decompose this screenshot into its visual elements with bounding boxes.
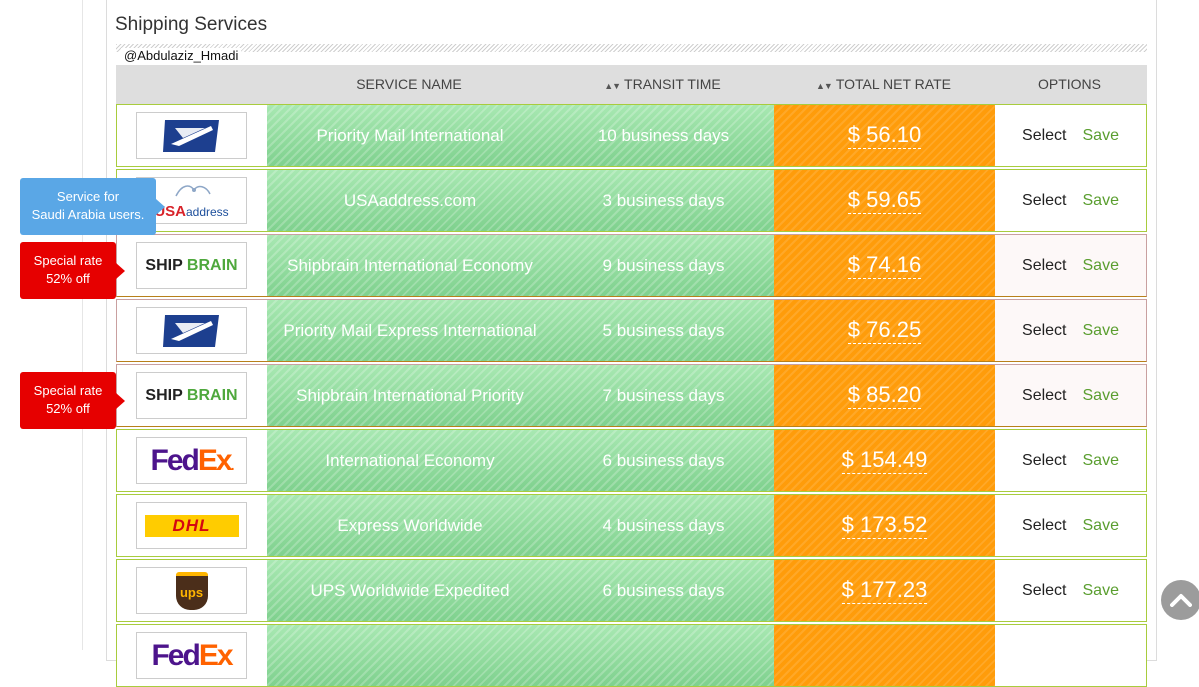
transit-time: 3 business days [602,190,725,210]
save-button[interactable]: Save [1083,517,1119,535]
header-transit-time[interactable]: ▲▼ TRANSIT TIME [552,65,773,104]
fedex-logo: FedEx. [136,437,247,484]
shipbrain-logo: SHIP BRAIN [136,242,247,289]
title-divider [116,44,1147,52]
select-button[interactable]: Select [1022,257,1066,275]
shipping-services-panel: Shipping Services @Abdulaziz_Hmadi SERVI… [106,0,1157,687]
service-name: Priority Mail International [316,126,504,145]
save-button[interactable]: Save [1083,127,1119,145]
service-name: UPS Worldwide Expedited [310,581,510,600]
total-net-rate: $ 74.16 [847,252,922,279]
special-rate-badge: Special rate 52% off [20,242,125,299]
save-button[interactable]: Save [1083,322,1119,340]
service-name: Shipbrain International Economy [287,256,533,275]
table-row: FedEx. International Economy 6 business d… [116,429,1147,492]
transit-time [553,625,774,686]
header-options: OPTIONS [1037,76,1101,92]
transit-time: 4 business days [602,515,725,535]
service-name: International Economy [325,451,495,470]
save-button[interactable]: Save [1083,257,1119,275]
service-name [267,625,553,686]
shipbrain-logo: SHIP BRAIN [136,372,247,419]
table-row: ups UPS Worldwide Expedited 6 business da… [116,559,1147,622]
service-name: USAaddress.com [343,191,477,210]
total-net-rate: $ 59.65 [847,187,922,214]
select-button[interactable]: Select [1022,387,1066,405]
service-name: Priority Mail Express International [283,321,537,340]
table-header: SERVICE NAME ▲▼ TRANSIT TIME ▲▼ TOTAL NET … [116,65,1147,104]
select-button[interactable]: Select [1022,127,1066,145]
service-name: Shipbrain International Priority [296,386,524,405]
watermark: @Abdulaziz_Hmadi [121,48,242,63]
scroll-to-top-button[interactable] [1161,580,1199,620]
left-rule [82,0,83,650]
save-button[interactable]: Save [1083,387,1119,405]
select-button[interactable]: Select [1022,322,1066,340]
total-net-rate: $ 85.20 [847,382,922,409]
usps-logo [136,307,247,354]
table-row: Priority Mail Express International 5 bus… [116,299,1147,362]
transit-time: 5 business days [602,320,725,340]
sort-arrows-icon[interactable]: ▲▼ [816,81,833,91]
panel-title: Shipping Services [115,14,268,35]
fedex-logo: FedEx [136,632,247,679]
select-button[interactable]: Select [1022,192,1066,210]
table-row: USAaddress USAaddress.com 3 business days… [116,169,1147,232]
transit-time: 9 business days [602,255,725,275]
dhl-logo: DHL [136,502,247,549]
table-row: SHIP BRAIN Shipbrain International Econo… [116,234,1147,297]
total-net-rate: $ 177.23 [841,577,928,604]
total-net-rate: $ 76.25 [847,317,922,344]
table-row: Priority Mail International 10 business d… [116,104,1147,167]
table-row: FedEx [116,624,1147,687]
transit-time: 7 business days [602,385,725,405]
save-button[interactable]: Save [1083,582,1119,600]
service-name: Express Worldwide [337,516,483,535]
saudi-users-tooltip: Service for Saudi Arabia users. [20,178,165,235]
table-row: SHIP BRAIN Shipbrain International Prior… [116,364,1147,427]
select-button[interactable]: Select [1022,517,1066,535]
sort-arrows-icon[interactable]: ▲▼ [604,81,621,91]
total-net-rate: $ 56.10 [847,122,922,149]
usps-logo [136,112,247,159]
header-total-net-rate[interactable]: ▲▼ TOTAL NET RATE [773,65,994,104]
transit-time: 6 business days [602,580,725,600]
save-button[interactable]: Save [1083,192,1119,210]
transit-time: 6 business days [602,450,725,470]
header-service-name: SERVICE NAME [356,76,462,92]
total-net-rate: $ 154.49 [841,447,928,474]
select-button[interactable]: Select [1022,582,1066,600]
save-button[interactable]: Save [1083,452,1119,470]
total-net-rate: $ 173.52 [841,512,928,539]
ups-logo: ups [136,567,247,614]
select-button[interactable]: Select [1022,452,1066,470]
chevron-up-icon [1170,594,1192,607]
special-rate-badge: Special rate 52% off [20,372,125,429]
transit-time: 10 business days [597,125,730,145]
table-row: DHL Express Worldwide 4 business days $ 1… [116,494,1147,557]
